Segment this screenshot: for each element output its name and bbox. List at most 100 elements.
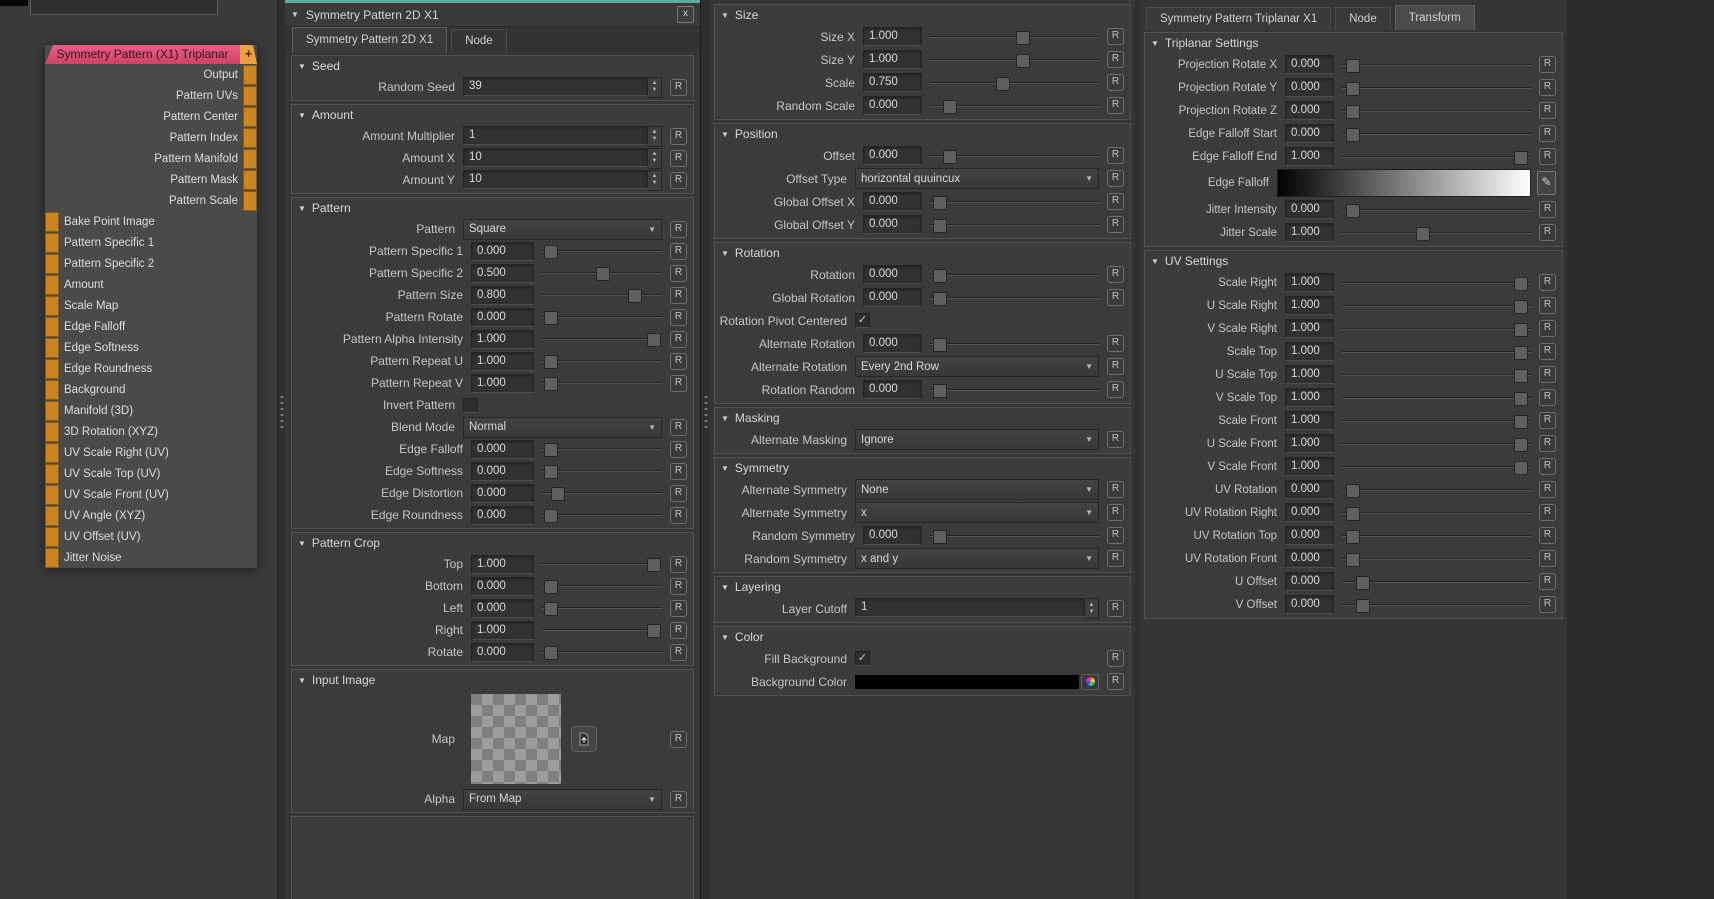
spin-up-icon[interactable]: ▲ [652,151,658,158]
value-field[interactable]: 0.000 [1285,55,1334,74]
slider-handle[interactable] [1346,484,1360,498]
dropdown[interactable]: From Map▼ [463,789,662,810]
spin-down-icon[interactable]: ▼ [652,180,658,187]
slider-handle[interactable] [551,487,565,501]
value-field[interactable]: 0.000 [471,599,534,618]
reset-button[interactable]: R [1107,504,1124,521]
value-field[interactable]: 10 [463,148,648,167]
input-connector[interactable] [45,464,59,484]
value-field[interactable]: 1.000 [471,555,534,574]
slider[interactable] [542,350,662,372]
reset-button[interactable]: R [1539,148,1556,165]
slider[interactable] [542,438,662,460]
value-field[interactable]: 0.000 [863,334,922,353]
slider-handle[interactable] [1514,369,1528,383]
reset-button[interactable]: R [670,243,687,260]
slider-handle[interactable] [596,267,610,281]
tab-transform[interactable]: Transform [1395,5,1475,30]
reset-button[interactable]: R [670,79,687,96]
reset-button[interactable]: R [670,287,687,304]
map-thumbnail[interactable] [471,694,561,784]
value-field[interactable]: 0.000 [863,288,922,307]
floating-window-tab[interactable] [30,0,218,15]
output-connector[interactable] [243,128,257,148]
spinner-buttons[interactable]: ▲▼ [648,126,662,147]
group-header[interactable]: ▼Layering [715,577,1130,597]
dropdown[interactable]: None▼ [855,479,1099,500]
input-connector[interactable] [45,527,59,547]
slider[interactable] [1342,295,1531,317]
color-picker-icon[interactable] [1081,674,1099,690]
slider[interactable] [1342,387,1531,409]
reset-button[interactable]: R [1539,481,1556,498]
value-field[interactable]: 0.000 [471,484,534,503]
slider[interactable] [542,641,662,663]
splitter-grip[interactable] [281,396,284,430]
reset-button[interactable]: R [670,644,687,661]
group-header[interactable]: ▼Position [715,124,1130,144]
input-connector[interactable] [45,443,59,463]
input-connector[interactable] [45,506,59,526]
spinner-buttons[interactable]: ▲▼ [648,170,662,191]
output-connector[interactable] [243,86,257,106]
group-header[interactable]: ▼Pattern [292,198,693,218]
reset-button[interactable]: R [1107,335,1124,352]
checkbox[interactable]: ✓ [855,313,870,328]
slider-handle[interactable] [933,269,947,283]
node-graph-panel[interactable]: Symmetry Pattern (X1) Triplanar + Output… [0,0,278,899]
reset-button[interactable]: R [1539,596,1556,613]
value-field[interactable]: 0.000 [1285,549,1334,568]
value-field[interactable]: 1.000 [1285,457,1334,476]
reset-button[interactable]: R [670,128,687,145]
value-field[interactable]: 1.000 [1285,147,1334,166]
input-connector[interactable] [45,422,59,442]
slider[interactable] [542,575,662,597]
slider-handle[interactable] [544,443,558,457]
value-field[interactable]: 1.000 [1285,223,1334,242]
slider-handle[interactable] [544,355,558,369]
tab-node[interactable]: Node [1335,7,1391,30]
reset-button[interactable]: R [1539,224,1556,241]
value-field[interactable]: 1.000 [471,330,534,349]
slider[interactable] [1342,77,1531,99]
reset-button[interactable]: R [670,309,687,326]
reset-button[interactable]: R [670,419,687,436]
slider[interactable] [930,72,1099,94]
reset-button[interactable]: R [1107,193,1124,210]
reset-button[interactable]: R [670,731,687,748]
reset-button[interactable]: R [670,578,687,595]
value-field[interactable]: 1 [463,126,648,145]
slider-handle[interactable] [1346,204,1360,218]
input-connector[interactable] [45,485,59,505]
slider[interactable] [930,49,1099,71]
input-connector[interactable] [45,401,59,421]
group-header[interactable]: ▼Pattern Crop [292,533,693,553]
slider[interactable] [1342,364,1531,386]
slider-handle[interactable] [1356,576,1370,590]
node-add-button[interactable]: + [240,45,257,64]
slider-handle[interactable] [1346,530,1360,544]
slider-handle[interactable] [933,196,947,210]
slider[interactable] [1342,433,1531,455]
reset-button[interactable]: R [670,507,687,524]
reset-button[interactable]: R [1539,435,1556,452]
slider-handle[interactable] [943,100,957,114]
slider[interactable] [542,262,662,284]
reset-button[interactable]: R [1539,320,1556,337]
group-header[interactable]: ▼Input Image [292,670,693,690]
input-connector[interactable] [45,275,59,295]
group-header[interactable]: ▼Triplanar Settings [1145,33,1562,53]
value-field[interactable]: 0.000 [471,506,534,525]
tab-node[interactable]: Node [451,29,507,52]
slider-handle[interactable] [1346,59,1360,73]
reset-button[interactable]: R [670,353,687,370]
reset-button[interactable]: R [1107,97,1124,114]
value-field[interactable]: 1.000 [863,27,922,46]
slider[interactable] [930,264,1099,286]
slider[interactable] [542,597,662,619]
slider-handle[interactable] [544,311,558,325]
input-connector[interactable] [45,296,59,316]
value-field[interactable]: 0.000 [863,265,922,284]
value-field[interactable]: 0.000 [1285,595,1334,614]
slider[interactable] [1342,100,1531,122]
